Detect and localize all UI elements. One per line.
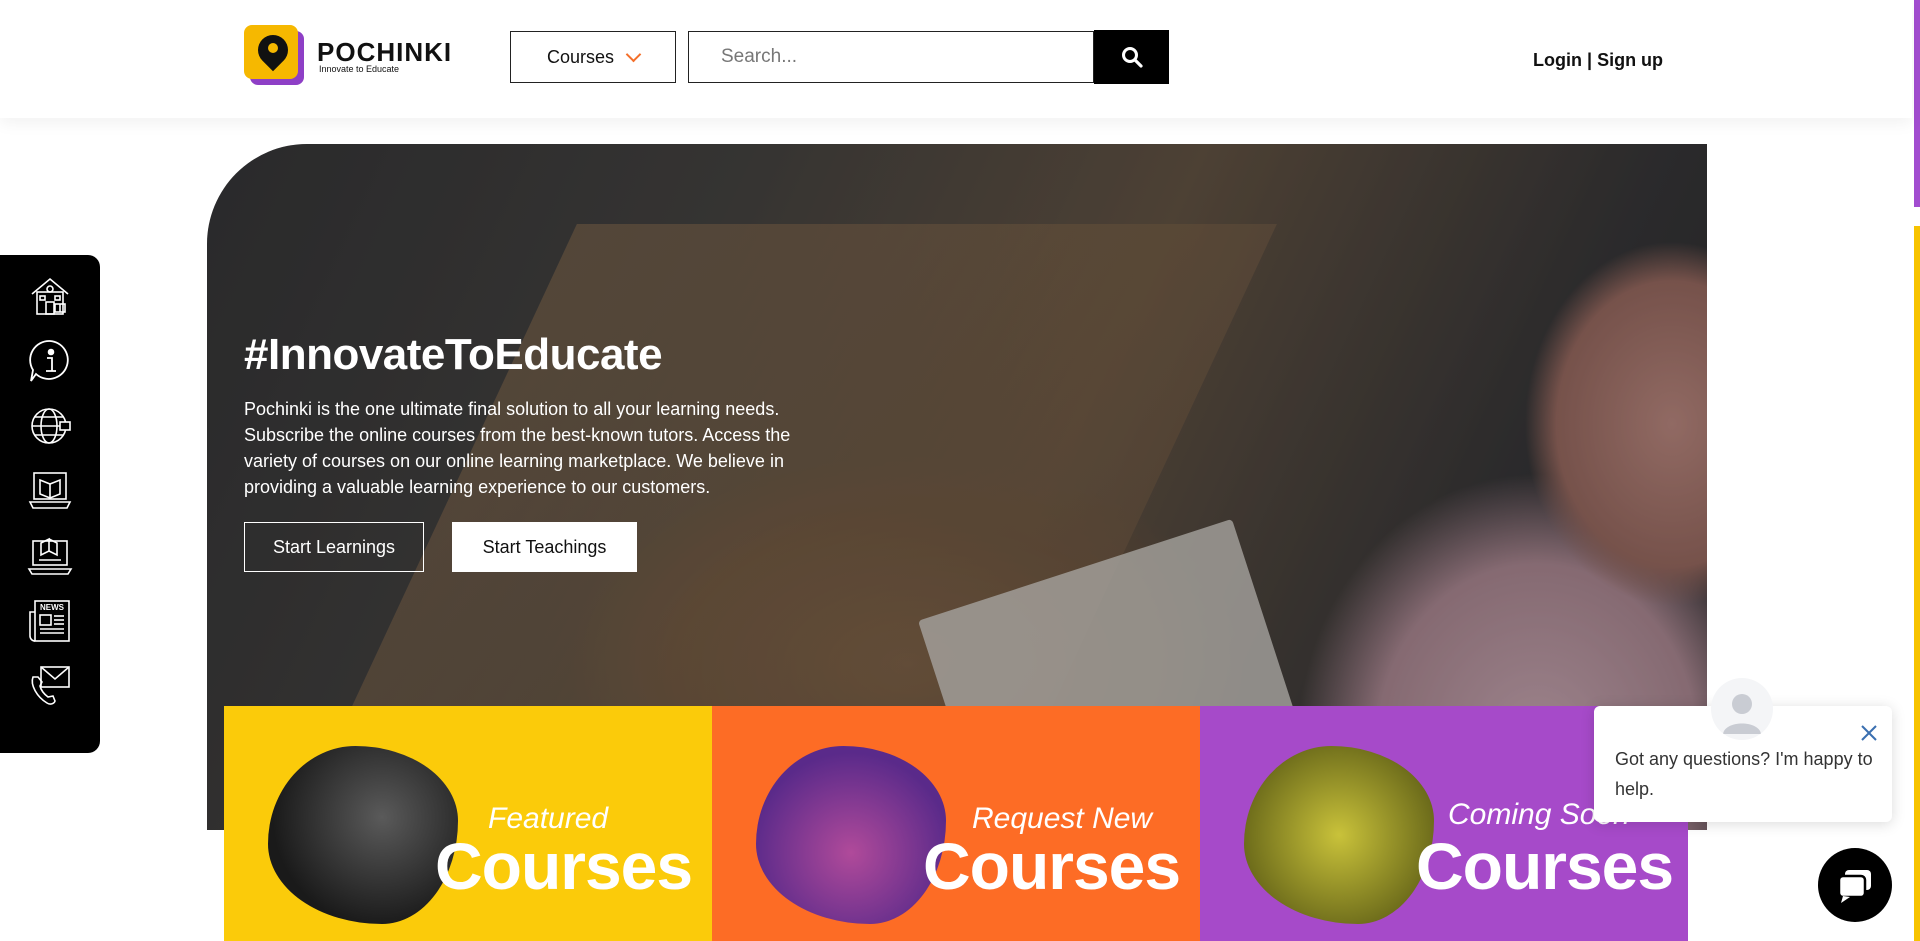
chat-launcher-button[interactable]: [1818, 848, 1892, 922]
sidebar-item-news[interactable]: NEWS: [26, 597, 74, 645]
start-learnings-button[interactable]: Start Learnings: [244, 522, 424, 572]
sidebar-item-online[interactable]: [26, 402, 74, 450]
search-input[interactable]: [688, 31, 1094, 83]
brand-logo[interactable]: POCHINKI Innovate to Educate: [244, 25, 469, 87]
auth-links: Login | Sign up: [1533, 50, 1663, 71]
chat-agent-avatar: [1711, 678, 1773, 740]
user-avatar-icon: [1723, 694, 1761, 734]
sidebar-item-about[interactable]: [26, 337, 74, 385]
coming-soon-image: [1244, 746, 1434, 924]
chat-message: Got any questions? I'm happy to help.: [1615, 749, 1873, 799]
svg-text:NEWS: NEWS: [40, 603, 65, 612]
close-icon: [1861, 725, 1877, 741]
login-link[interactable]: Login: [1533, 50, 1582, 70]
globe-icon: [31, 408, 71, 444]
chat-icon: [1837, 870, 1871, 903]
right-accent-strip: [1914, 0, 1920, 941]
contact-mail-icon: [31, 666, 70, 705]
featured-courses-image: [268, 746, 458, 924]
card-big-text: Courses: [435, 829, 693, 903]
request-new-courses-card[interactable]: Request New Courses: [712, 706, 1200, 941]
sidebar-item-courses[interactable]: [26, 467, 74, 515]
site-header: POCHINKI Innovate to Educate Courses Log…: [0, 0, 1912, 118]
sidebar-item-teach[interactable]: [26, 532, 74, 580]
hero-content: #InnovateToEducate Pochinki is the one u…: [244, 330, 844, 500]
courses-dropdown-label: Courses: [546, 46, 615, 67]
card-big-text: Courses: [1416, 829, 1674, 903]
signup-link[interactable]: Sign up: [1597, 50, 1663, 70]
auth-separator: |: [1587, 50, 1593, 70]
hero-buttons: Start Learnings Start Teachings: [244, 522, 637, 572]
sidebar-item-home[interactable]: [26, 272, 74, 320]
info-icon: [29, 340, 69, 382]
sidebar-item-contact[interactable]: [26, 662, 74, 710]
start-teachings-button[interactable]: Start Teachings: [452, 522, 637, 572]
school-icon: [31, 277, 69, 315]
card-big-text: Courses: [923, 829, 1181, 903]
request-courses-image: [756, 746, 946, 924]
hero-title: #InnovateToEducate: [244, 330, 663, 379]
chat-close-button[interactable]: [1858, 722, 1880, 744]
hero-description: Pochinki is the one ultimate final solut…: [244, 399, 791, 497]
logo-mark-icon: [244, 25, 304, 85]
search-icon: [1121, 47, 1143, 68]
side-navigation: NEWS: [0, 255, 100, 753]
courses-dropdown[interactable]: Courses: [510, 31, 676, 83]
news-icon: NEWS: [29, 600, 70, 642]
search-button[interactable]: [1094, 30, 1169, 84]
chevron-down-icon: [625, 46, 642, 62]
featured-courses-card[interactable]: Featured Courses: [224, 706, 712, 941]
online-course-icon: [28, 472, 72, 509]
brand-tagline: Innovate to Educate: [319, 64, 400, 74]
laptop-book-icon: [27, 537, 73, 575]
